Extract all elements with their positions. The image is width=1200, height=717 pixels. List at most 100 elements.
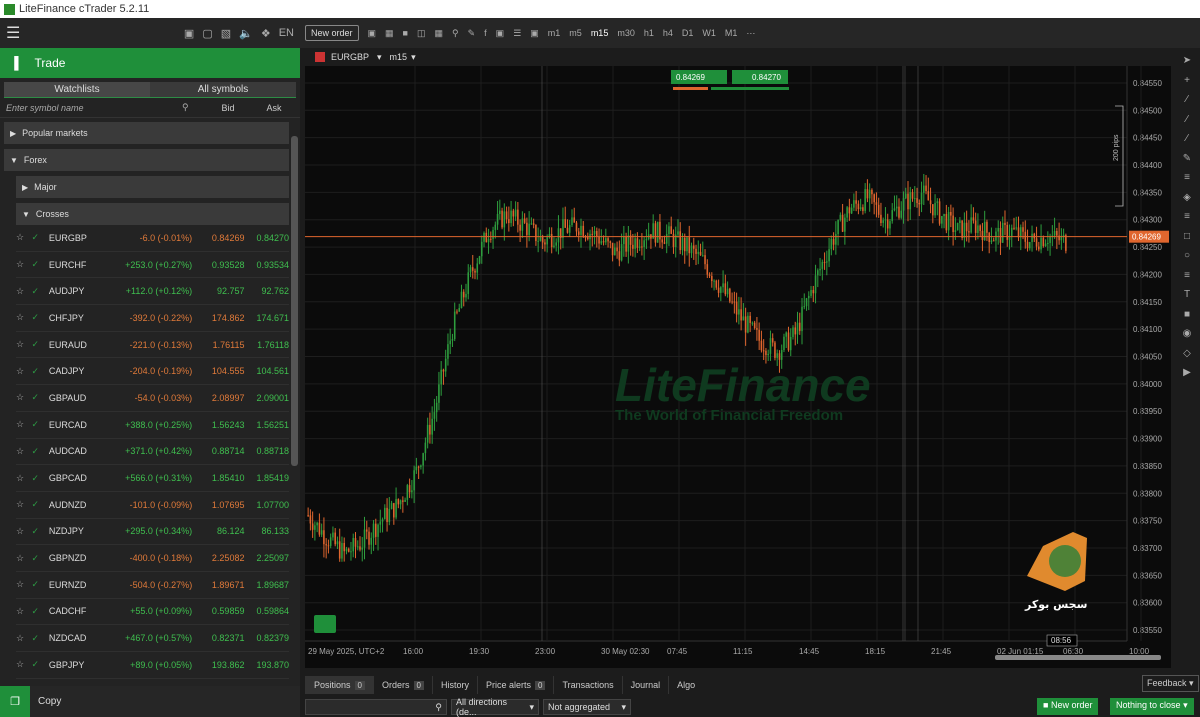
symbol-bid[interactable]: 1.07695 — [192, 500, 245, 510]
layout-grid-icon[interactable]: ▦ — [435, 28, 444, 39]
levels-icon[interactable]: ≡ — [1178, 270, 1196, 290]
timeframe-button-M1[interactable]: M1 — [725, 28, 738, 38]
calendar-icon[interactable]: ▣ — [496, 28, 505, 39]
cursor-icon[interactable]: ➤ — [1178, 55, 1196, 75]
copy-section[interactable]: ❐ Copy — [0, 686, 300, 717]
symbol-ask[interactable]: 1.85419 — [244, 473, 289, 483]
star-icon[interactable]: ☆ — [16, 553, 31, 564]
symbol-row[interactable]: ☆ ✓ EURAUD -221.0 (-0.13%) 1.76115 1.76118 — [16, 332, 289, 359]
symbol-bid[interactable]: 1.85410 — [192, 473, 245, 483]
aggregation-filter-select[interactable]: Not aggregated ▾ — [543, 699, 631, 715]
symbol-bid[interactable]: 2.08997 — [192, 393, 245, 403]
camera-icon[interactable]: ◉ — [1178, 328, 1196, 348]
timeframe-button-m1[interactable]: m1 — [548, 28, 561, 38]
timeframe-button-m5[interactable]: m5 — [569, 28, 582, 38]
more-icon[interactable]: ⋯ — [746, 28, 755, 39]
symbol-row[interactable]: ☆ ✓ EURCAD +388.0 (+0.25%) 1.56243 1.56251 — [16, 412, 289, 439]
symbol-row[interactable]: ☆ ✓ CADCHF +55.0 (+0.09%) 0.59859 0.59864 — [16, 599, 289, 626]
group-forex[interactable]: ▼ Forex — [4, 149, 289, 171]
timeframe-button-m30[interactable]: m30 — [617, 28, 635, 38]
timeframe-button-W1[interactable]: W1 — [702, 28, 716, 38]
pin-icon[interactable]: ◈ — [1178, 192, 1196, 212]
watchlist-scrollbar[interactable] — [291, 136, 298, 466]
star-icon[interactable]: ☆ — [16, 339, 31, 350]
symbol-bid[interactable]: 1.76115 — [192, 340, 245, 350]
sound-icon[interactable]: 🔈 — [239, 27, 253, 40]
symbol-bid[interactable]: 2.25082 — [192, 553, 245, 563]
group-major[interactable]: ▶ Major — [16, 176, 289, 198]
symbol-ask[interactable]: 193.870 — [244, 660, 289, 670]
symbol-row[interactable]: ☆ ✓ EURGBP -6.0 (-0.01%) 0.84269 0.84270 — [16, 225, 289, 252]
bottom-tab-orders[interactable]: Orders 0 — [372, 676, 432, 694]
screenshot-icon[interactable]: ▣ — [530, 28, 539, 39]
candlestick-chart[interactable]: 0.84550 0.84500 0.84450 0.84400 0.84350 0.843… — [305, 66, 1171, 668]
rectangle-icon[interactable]: □ — [1178, 231, 1196, 251]
chart-screenshot-button[interactable] — [314, 615, 336, 633]
play-icon[interactable]: ▶ — [1178, 367, 1196, 387]
symbol-ask[interactable]: 86.133 — [244, 526, 289, 536]
star-icon[interactable]: ☆ — [16, 312, 31, 323]
star-icon[interactable]: ☆ — [16, 526, 31, 537]
chart-mode-icon[interactable]: ▣ — [368, 28, 377, 39]
text-icon[interactable]: T — [1178, 289, 1196, 309]
search-icon[interactable]: ⚲ — [182, 102, 202, 113]
symbol-bid[interactable]: 174.862 — [192, 313, 245, 323]
symbol-bid[interactable]: 0.93528 — [192, 260, 245, 270]
symbol-bid[interactable]: 1.56243 — [192, 420, 245, 430]
symbol-ask[interactable]: 0.82379 — [244, 633, 289, 643]
chart-symbol[interactable]: EURGBP — [331, 52, 369, 62]
ray-icon[interactable]: ∕ — [1178, 114, 1196, 134]
symbol-bid[interactable]: 0.59859 — [192, 606, 245, 616]
positions-search-input[interactable]: ⚲ — [305, 699, 447, 715]
symbol-ask[interactable]: 0.93534 — [244, 260, 289, 270]
chart-scrollbar[interactable] — [995, 655, 1161, 660]
symbol-row[interactable]: ☆ ✓ AUDCAD +371.0 (+0.42%) 0.88714 0.88718 — [16, 439, 289, 466]
symbol-row[interactable]: ☆ ✓ GBPJPY +89.0 (+0.05%) 193.862 193.870 — [16, 652, 289, 679]
timeframe-button-m15[interactable]: m15 — [591, 28, 609, 38]
group-popular-markets[interactable]: ▶ Popular markets — [4, 122, 289, 144]
symbol-bid[interactable]: 92.757 — [192, 286, 245, 296]
star-icon[interactable]: ☆ — [16, 633, 31, 644]
tab-watchlists[interactable]: Watchlists — [4, 82, 150, 97]
star-icon[interactable]: ☆ — [16, 286, 31, 297]
symbol-row[interactable]: ☆ ✓ GBPCAD +566.0 (+0.31%) 1.85410 1.85419 — [16, 465, 289, 492]
symbol-ask[interactable]: 2.25097 — [244, 553, 289, 563]
facebook-icon[interactable]: f — [484, 28, 487, 38]
chart-area[interactable]: EURGBP ▾ m15 ▾ 0.84550 0.84500 0.84450 0.84… — [305, 48, 1171, 668]
fullscreen-icon[interactable]: ▣ — [184, 27, 194, 40]
search-icon[interactable]: ⚲ — [452, 28, 459, 39]
fibonacci-icon[interactable]: ≡ — [1178, 172, 1196, 192]
workspace-icon[interactable]: ▦ — [385, 28, 394, 39]
bottom-tab-history[interactable]: History — [431, 676, 477, 694]
symbol-row[interactable]: ☆ ✓ AUDNZD -101.0 (-0.09%) 1.07695 1.07700 — [16, 492, 289, 519]
window-icon[interactable]: ▢ — [202, 27, 212, 40]
symbol-ask[interactable]: 1.89687 — [244, 580, 289, 590]
star-icon[interactable]: ☆ — [16, 473, 31, 484]
layout-split-icon[interactable]: ◫ — [417, 28, 426, 39]
symbol-bid[interactable]: 0.84269 — [192, 233, 245, 243]
symbol-row[interactable]: ☆ ✓ CADJPY -204.0 (-0.19%) 104.555 104.561 — [16, 358, 289, 386]
dropdown-icon[interactable]: ▾ — [411, 52, 416, 63]
direction-filter-select[interactable]: All directions (de... ▾ — [451, 697, 539, 717]
symbol-bid[interactable]: 0.88714 — [192, 446, 245, 456]
trendline-icon[interactable]: ∕ — [1178, 94, 1196, 114]
color-square-icon[interactable]: ■ — [1178, 309, 1196, 329]
nothing-to-close-button[interactable]: Nothing to close ▾ — [1110, 698, 1194, 715]
symbol-row[interactable]: ☆ ✓ CHFJPY -392.0 (-0.22%) 174.862 174.671 — [16, 305, 289, 332]
symbol-row[interactable]: ☆ ✓ GBPAUD -54.0 (-0.03%) 2.08997 2.09001 — [16, 385, 289, 412]
symbol-bid[interactable]: 104.555 — [192, 366, 245, 376]
symbol-row[interactable]: ☆ ✓ GBPNZD -400.0 (-0.18%) 2.25082 2.25097 — [16, 545, 289, 572]
star-icon[interactable]: ☆ — [16, 446, 31, 457]
chart-timeframe[interactable]: m15 — [390, 52, 408, 62]
circle-icon[interactable]: ○ — [1178, 250, 1196, 270]
star-icon[interactable]: ☆ — [16, 259, 31, 270]
layers-icon[interactable]: ☰ — [513, 28, 521, 39]
link-icon[interactable]: ❖ — [261, 27, 271, 40]
draw-tool-icon[interactable]: ✎ — [468, 28, 476, 39]
star-icon[interactable]: ☆ — [16, 659, 31, 670]
bottom-tab-transactions[interactable]: Transactions — [553, 676, 621, 694]
symbol-row[interactable]: ☆ ✓ NZDCAD +467.0 (+0.57%) 0.82371 0.82379 — [16, 625, 289, 652]
symbol-bid[interactable]: 1.89671 — [192, 580, 245, 590]
layout-icon[interactable]: ▧ — [221, 27, 231, 40]
symbol-ask[interactable]: 0.59864 — [244, 606, 289, 616]
